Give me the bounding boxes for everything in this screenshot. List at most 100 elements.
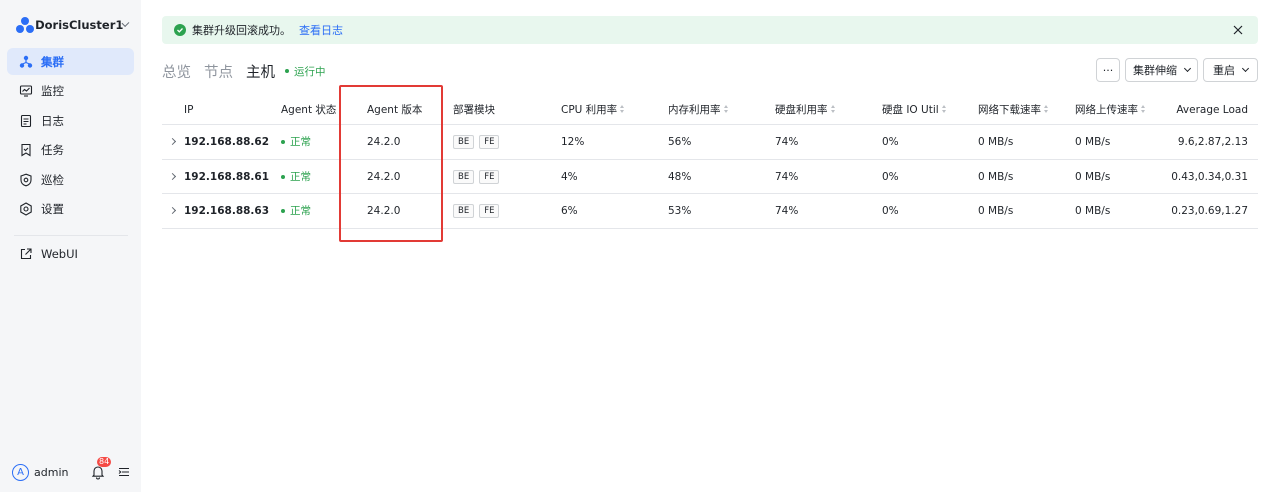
row-ip: 192.168.88.63 <box>184 205 270 217</box>
cluster-icon <box>19 55 33 69</box>
cluster-status: 运行中 <box>285 64 326 79</box>
row-disk-io: 0% <box>882 170 899 183</box>
tab-nodes[interactable]: 节点 <box>204 61 233 82</box>
row-cpu: 4% <box>561 170 578 183</box>
tab-overview[interactable]: 总览 <box>162 61 191 82</box>
row-mem: 56% <box>668 136 692 148</box>
notification-badge: 84 <box>97 457 112 467</box>
sidebar-item-inspection[interactable]: 巡检 <box>7 166 134 193</box>
status-dot-icon <box>285 69 289 73</box>
row-agent-status: 正常 <box>281 194 311 228</box>
table-header: IP Agent 状态 Agent 版本 部署模块 CPU 利用率 内存利用率 … <box>162 96 1258 125</box>
expand-row-icon[interactable] <box>168 206 177 215</box>
avatar[interactable]: A <box>12 463 29 481</box>
restart-button[interactable]: 重启 <box>1203 58 1258 82</box>
close-icon[interactable] <box>1232 24 1244 36</box>
column-net-down[interactable]: 网络下载速率 <box>978 96 1049 125</box>
task-icon <box>19 143 33 157</box>
more-icon: ··· <box>1102 63 1114 77</box>
cluster-status-text: 运行中 <box>294 65 326 78</box>
row-agent-version: 24.2.0 <box>367 136 401 148</box>
row-disk-io: 0% <box>882 136 899 148</box>
table-row[interactable]: 192.168.88.62 正常 24.2.0 BE FE 12% 56% 74%… <box>162 125 1258 160</box>
chevron-down-icon <box>1241 64 1250 73</box>
column-disk[interactable]: 硬盘利用率 <box>775 96 836 125</box>
agent-status-badge: 正常 <box>281 194 311 228</box>
row-disk: 74% <box>775 170 799 183</box>
cluster-scale-label: 集群伸缩 <box>1133 64 1177 77</box>
sort-icon <box>620 105 625 113</box>
column-net-up-label: 网络上传速率 <box>1075 104 1138 116</box>
sidebar-item-label: 设置 <box>41 202 64 216</box>
row-disk: 74% <box>775 136 799 148</box>
column-agent-version: Agent 版本 <box>367 104 423 116</box>
nav-divider <box>14 235 128 236</box>
sidebar-item-label: WebUI <box>41 246 78 261</box>
username[interactable]: admin <box>34 466 90 479</box>
row-disk-io: 0% <box>882 205 899 217</box>
row-load: 0.23,0.69,1.27 <box>1171 205 1248 217</box>
row-net-down: 0 MB/s <box>978 170 1014 183</box>
row-net-up: 0 MB/s <box>1075 170 1111 183</box>
row-disk: 74% <box>775 205 799 217</box>
column-disk-label: 硬盘利用率 <box>775 104 828 116</box>
sidebar-item-label: 监控 <box>41 84 64 98</box>
sidebar-item-webui[interactable]: WebUI <box>7 240 134 267</box>
agent-status-text: 正常 <box>290 170 311 183</box>
row-cpu: 12% <box>561 136 585 148</box>
column-ip: IP <box>184 104 194 116</box>
column-mem[interactable]: 内存利用率 <box>668 96 729 125</box>
sort-icon <box>1141 105 1146 113</box>
sidebar-item-task[interactable]: 任务 <box>7 137 134 164</box>
row-agent-status: 正常 <box>281 160 311 194</box>
row-load: 9.6,2.87,2.13 <box>1177 136 1248 148</box>
agent-status-badge: 正常 <box>281 125 311 159</box>
sidebar-item-label: 集群 <box>41 54 64 69</box>
inspection-icon <box>19 173 33 187</box>
doris-logo-icon <box>16 16 34 34</box>
row-ip: 192.168.88.62 <box>184 136 270 148</box>
module-tag: FE <box>479 135 500 149</box>
sidebar-item-settings[interactable]: 设置 <box>7 196 134 223</box>
notification-bell-icon[interactable]: 84 <box>90 457 112 480</box>
table-row[interactable]: 192.168.88.61 正常 24.2.0 BE FE 4% 48% 74% … <box>162 160 1258 194</box>
expand-row-icon[interactable] <box>168 137 177 146</box>
more-button[interactable]: ··· <box>1096 58 1120 82</box>
tab-hosts[interactable]: 主机 <box>246 61 275 82</box>
column-disk-io[interactable]: 硬盘 IO Util <box>882 96 947 125</box>
view-log-link[interactable]: 查看日志 <box>299 22 343 38</box>
table-row[interactable]: 192.168.88.63 正常 24.2.0 BE FE 6% 53% 74% … <box>162 194 1258 229</box>
row-modules: BE FE <box>453 125 504 159</box>
cluster-scale-button[interactable]: 集群伸缩 <box>1125 58 1198 82</box>
agent-status-text: 正常 <box>290 136 311 148</box>
column-agent-status: Agent 状态 <box>281 104 337 116</box>
cluster-selector[interactable]: DorisCluster1 <box>16 14 132 36</box>
column-net-up[interactable]: 网络上传速率 <box>1075 96 1146 125</box>
row-mem: 53% <box>668 205 692 217</box>
expand-row-icon[interactable] <box>168 172 177 180</box>
row-net-up: 0 MB/s <box>1075 136 1111 148</box>
module-tag: FE <box>479 204 500 218</box>
sidebar-item-log[interactable]: 日志 <box>7 107 134 134</box>
sidebar-item-monitor[interactable]: 监控 <box>7 78 134 105</box>
row-agent-status: 正常 <box>281 125 311 159</box>
sidebar-webui-section: WebUI <box>7 240 134 270</box>
menu-collapse-icon[interactable] <box>118 466 130 478</box>
module-tag: BE <box>453 135 475 149</box>
column-mem-label: 内存利用率 <box>668 104 721 116</box>
column-cpu-label: CPU 利用率 <box>561 104 618 116</box>
chevron-down-icon <box>121 19 130 27</box>
column-load: Average Load <box>1176 104 1248 116</box>
row-modules: BE FE <box>453 194 504 228</box>
row-cpu: 6% <box>561 205 578 217</box>
sort-icon <box>941 105 947 113</box>
success-alert: 集群升级回滚成功。 查看日志 <box>162 16 1258 44</box>
module-tag: BE <box>453 204 475 218</box>
sort-icon <box>830 105 836 113</box>
row-agent-version: 24.2.0 <box>367 205 401 217</box>
agent-status-badge: 正常 <box>281 160 311 194</box>
column-cpu[interactable]: CPU 利用率 <box>561 96 625 125</box>
sidebar-nav: 集群 监控 日志 任务 巡检 设置 <box>7 48 134 225</box>
sidebar-item-cluster[interactable]: 集群 <box>7 48 134 75</box>
status-dot-icon <box>281 209 285 213</box>
